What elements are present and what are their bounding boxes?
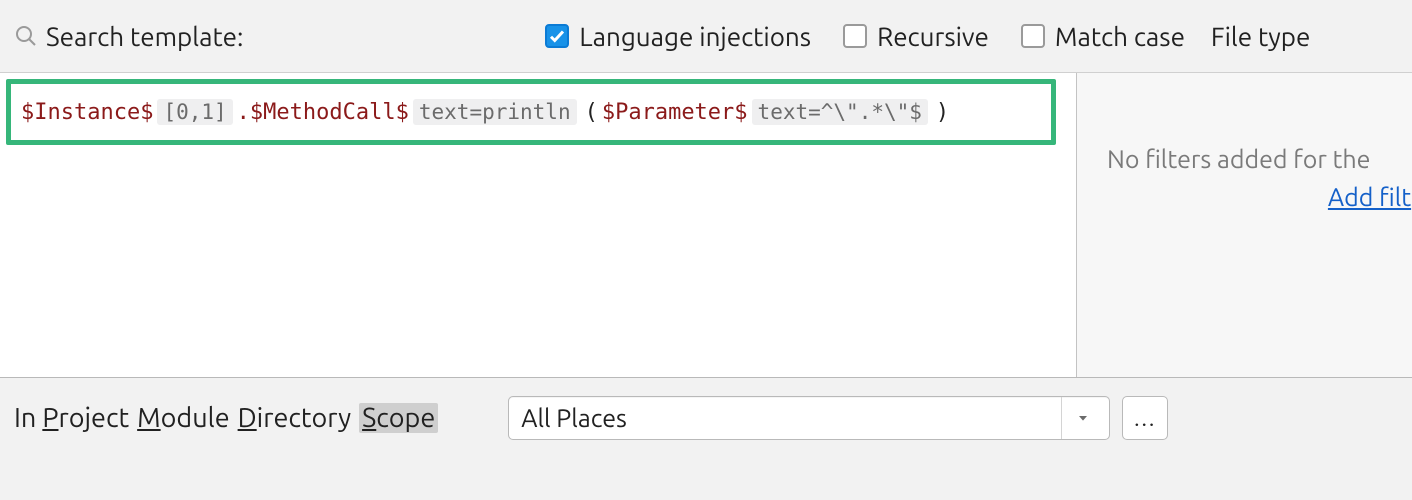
checkbox-icon[interactable] — [1021, 24, 1045, 48]
filters-panel: No filters added for the Add filt — [1077, 73, 1412, 377]
checkbox-label: Recursive — [877, 22, 989, 51]
scope-combo-value: All Places — [521, 404, 627, 432]
scope-tab-post: cope — [376, 403, 435, 433]
search-template-editor[interactable]: $Instance$ [0,1] . $MethodCall$ text=pri… — [0, 73, 1077, 377]
scope-tab-mnemonic: S — [362, 403, 376, 433]
header-row: Search template: Language injections Rec… — [0, 0, 1412, 72]
open-paren: ( — [585, 100, 598, 125]
var-parameter: $Parameter$ — [602, 100, 748, 125]
chevron-down-icon[interactable] — [1061, 397, 1103, 439]
close-paren: ) — [936, 100, 949, 125]
var-instance: $Instance$ — [21, 100, 153, 125]
checkbox-match-case[interactable]: Match case — [1021, 22, 1205, 51]
scope-tab-directory[interactable]: Directory — [238, 403, 351, 433]
ellipsis-icon: ... — [1134, 406, 1156, 431]
file-type-label: File type — [1211, 22, 1310, 51]
search-template-label: Search template: — [46, 22, 243, 51]
var-methodcall: $MethodCall$ — [250, 100, 409, 125]
scope-tab-mnemonic: D — [238, 403, 257, 433]
text-filter-badge: text=println — [413, 99, 577, 125]
scope-tab-post: irectory — [257, 403, 351, 433]
template-expression[interactable]: $Instance$ [0,1] . $MethodCall$ text=pri… — [6, 79, 1056, 145]
dot-token: . — [237, 100, 250, 125]
text-filter-badge: text=^\".*\"$ — [752, 99, 928, 125]
scope-combo[interactable]: All Places — [508, 396, 1110, 440]
checkbox-icon[interactable] — [843, 24, 867, 48]
checkbox-label: Match case — [1055, 22, 1185, 51]
add-filter-link[interactable]: Add filt — [1078, 183, 1411, 211]
checkbox-language-injections[interactable]: Language injections — [545, 22, 831, 51]
scope-bar: In Project Module Directory Scope All Pl… — [0, 378, 1412, 458]
scope-tab-post: roject — [59, 403, 130, 433]
scope-tab-module[interactable]: Module — [137, 403, 229, 433]
scope-in-label: In — [14, 403, 36, 433]
checkbox-label: Language injections — [579, 22, 811, 51]
count-badge: [0,1] — [157, 99, 232, 125]
scope-tab-scope[interactable]: Scope — [359, 403, 438, 433]
scope-tab-mnemonic: P — [42, 403, 58, 433]
content-row: $Instance$ [0,1] . $MethodCall$ text=pri… — [0, 72, 1412, 378]
scope-browse-button[interactable]: ... — [1122, 396, 1168, 440]
filters-empty-text: No filters added for the — [1077, 145, 1412, 173]
scope-tab-post: odule — [161, 403, 230, 433]
search-icon — [14, 24, 38, 48]
scope-tab-project[interactable]: Project — [42, 403, 129, 433]
scope-tab-mnemonic: M — [137, 403, 160, 433]
checkbox-recursive[interactable]: Recursive — [843, 22, 1009, 51]
checkbox-icon-checked[interactable] — [545, 24, 569, 48]
